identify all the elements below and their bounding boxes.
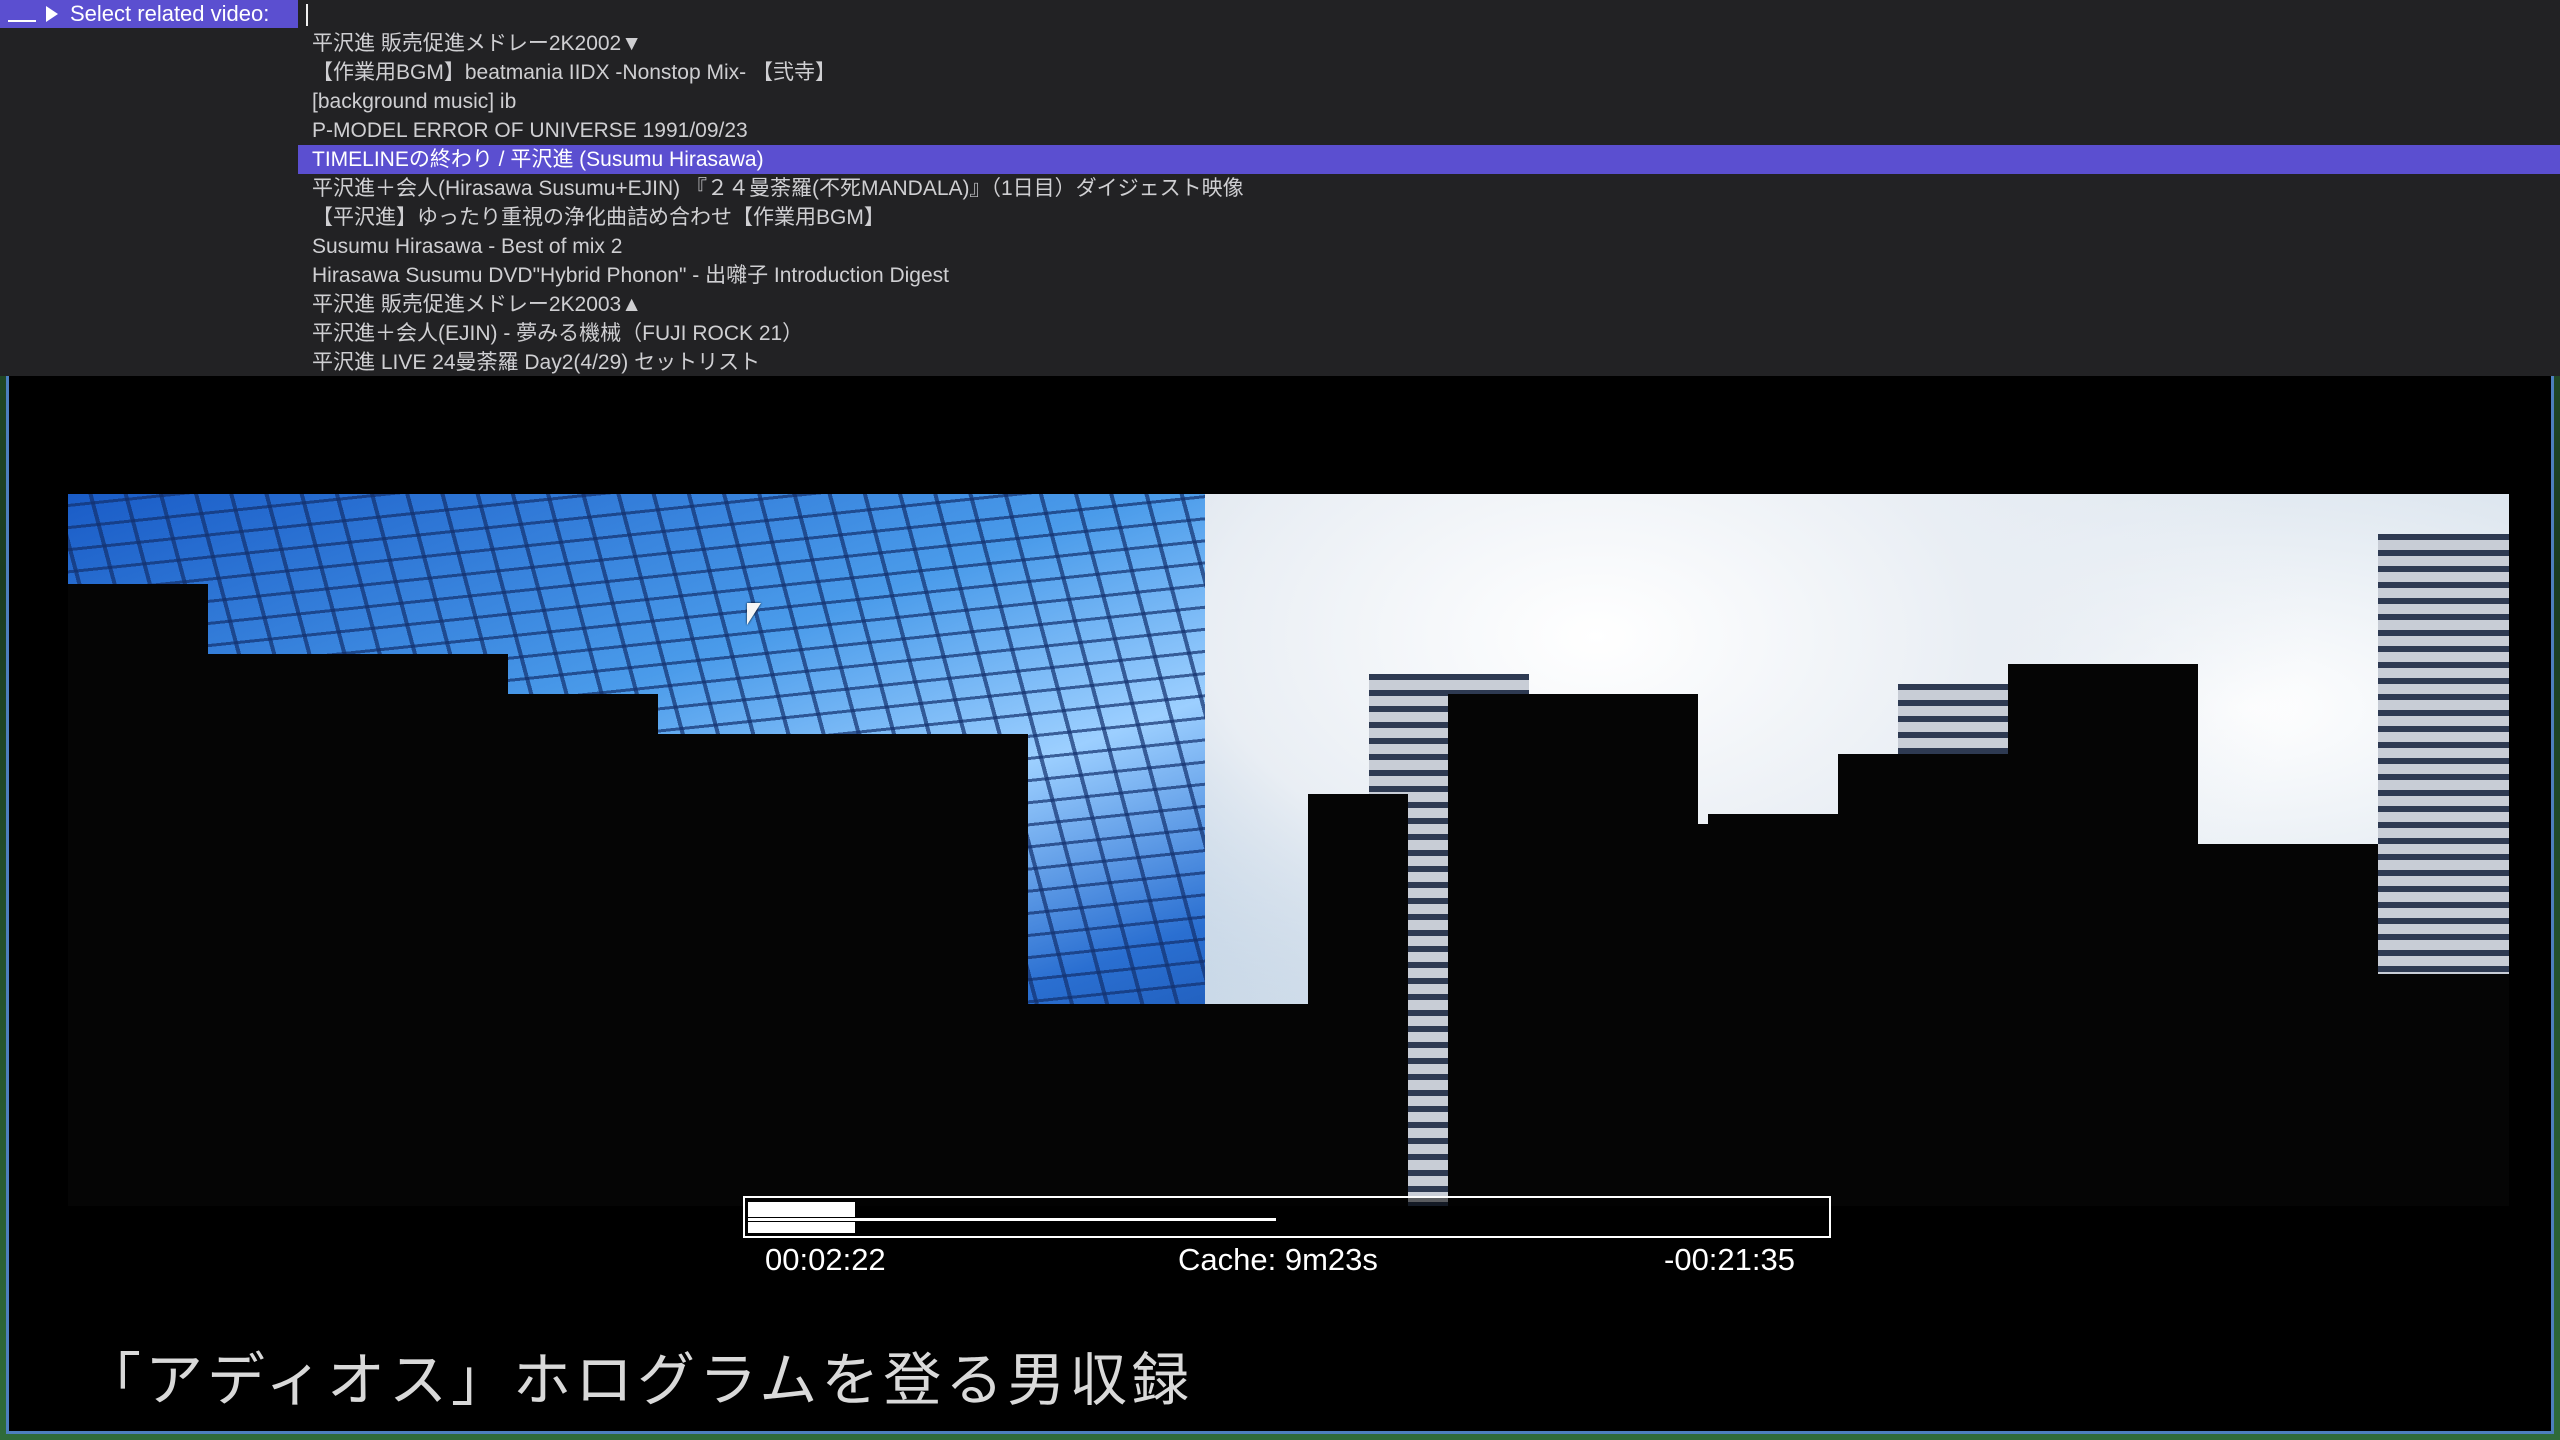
building-silhouette <box>2348 974 2509 1206</box>
related-video-item[interactable]: [background music] ib <box>0 87 2560 116</box>
mouse-cursor-icon <box>747 603 761 625</box>
related-video-selector: Select related video: 平沢進 販売促進メドレー2K2002… <box>0 0 2560 376</box>
play-arrow-icon <box>46 6 58 22</box>
underscore-icon <box>8 8 36 22</box>
select-prompt: Select related video: <box>0 0 298 28</box>
building-silhouette <box>1308 794 1408 1206</box>
seek-progress-lower-fill <box>748 1222 855 1233</box>
building-silhouette <box>398 694 658 1206</box>
related-video-item[interactable]: Hirasawa Susumu DVD"Hybrid Phonon" - 出囃子… <box>0 261 2560 290</box>
seek-bar[interactable] <box>743 1196 1831 1238</box>
related-video-item[interactable]: 【作業用BGM】beatmania IIDX -Nonstop Mix- 【弐寺… <box>0 58 2560 87</box>
search-input-caret[interactable] <box>306 4 308 26</box>
related-video-list: 平沢進 販売促進メドレー2K2002▼ 【作業用BGM】beatmania IID… <box>0 29 2560 377</box>
subtitle-text: 「アディオス」ホログラムを登る男収録 <box>83 1346 1194 1414</box>
select-prompt-label: Select related video: <box>70 1 270 26</box>
elapsed-time[interactable]: 00:02:22 <box>765 1240 886 1280</box>
related-video-item[interactable]: Susumu Hirasawa - Best of mix 2 <box>0 232 2560 261</box>
building-silhouette <box>638 734 1028 1206</box>
cache-status: Cache: 9m23s <box>1178 1242 1378 1277</box>
remaining-time[interactable]: -00:21:35 <box>1664 1240 1795 1280</box>
building-silhouette <box>1708 814 1838 1206</box>
related-video-item[interactable]: 【平沢進】ゆったり重視の浄化曲詰め合わせ【作業用BGM】 <box>0 203 2560 232</box>
related-video-item[interactable]: 平沢進＋会人(EJIN) - 夢みる機械（FUJI ROCK 21） <box>0 319 2560 348</box>
cache-indicator <box>748 1218 1276 1221</box>
related-video-item-selected[interactable]: TIMELINEの終わり / 平沢進 (Susumu Hirasawa) <box>298 145 2560 174</box>
office-tower <box>2378 534 2509 1034</box>
building-silhouette <box>1448 694 1698 1206</box>
seek-progress-fill <box>748 1202 855 1217</box>
video-frame[interactable] <box>68 494 2509 1206</box>
related-video-item[interactable]: 平沢進 販売促進メドレー2K2003▲ <box>0 290 2560 319</box>
related-video-item[interactable]: 平沢進 LIVE 24曼荼羅 Day2(4/29) セットリスト <box>0 348 2560 377</box>
building-silhouette <box>2158 844 2378 1206</box>
related-video-item[interactable]: 平沢進 販売促進メドレー2K2002▼ <box>0 29 2560 58</box>
building-silhouette <box>1028 1004 1328 1206</box>
related-video-item[interactable]: 平沢進＋会人(Hirasawa Susumu+EJIN) 『２４曼荼羅(不死MA… <box>0 174 2560 203</box>
related-video-item[interactable]: P-MODEL ERROR OF UNIVERSE 1991/09/23 <box>0 116 2560 145</box>
